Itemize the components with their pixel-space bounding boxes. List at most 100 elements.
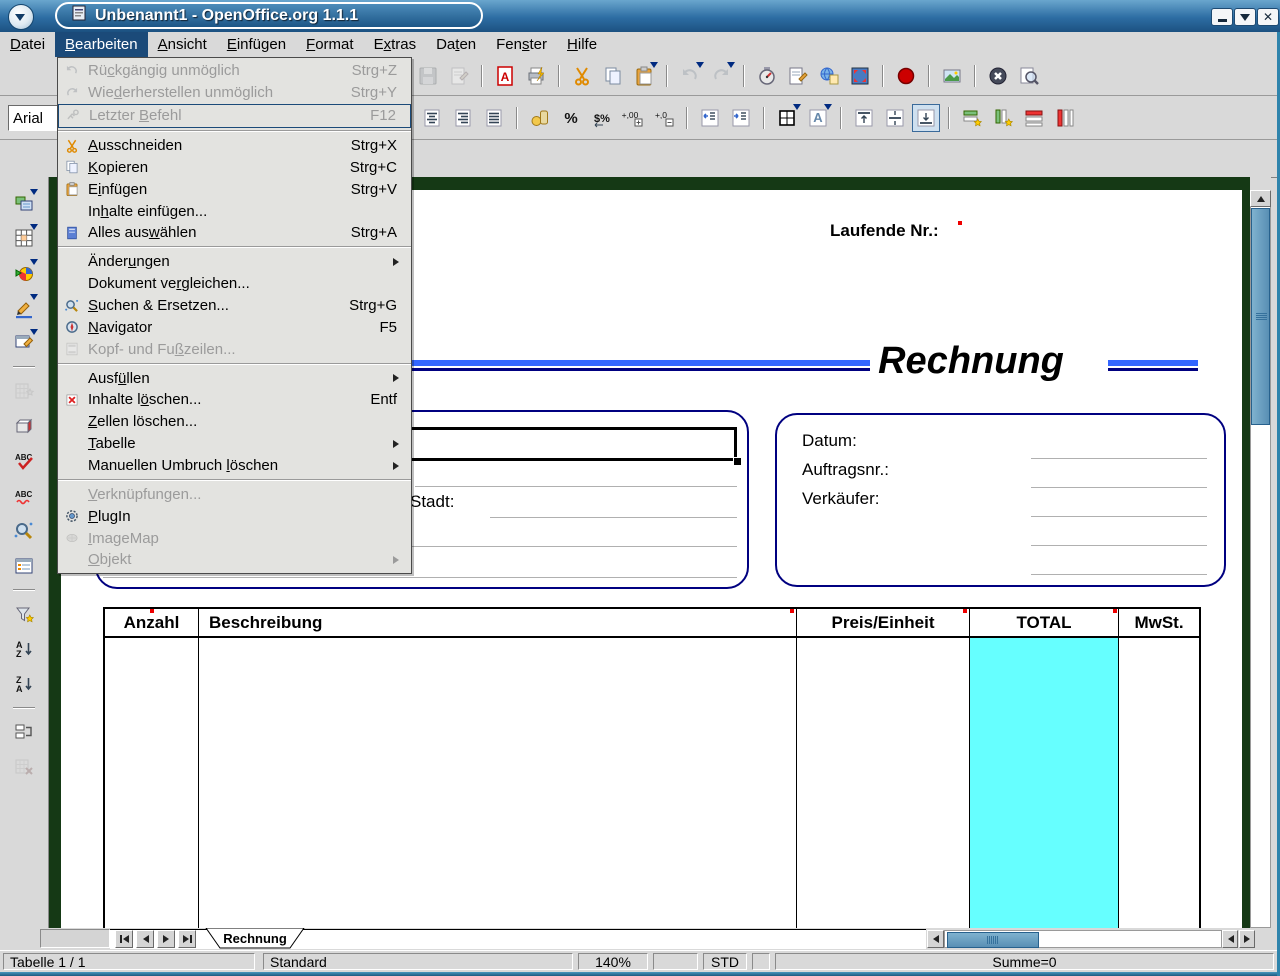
background-color-icon[interactable]: A (804, 104, 832, 132)
standard-format-icon[interactable]: $% (588, 104, 616, 132)
menubar-item-datei[interactable]: Datei (0, 32, 55, 57)
dropdown-arrow-icon[interactable] (650, 62, 658, 72)
menubar-item-bearbeiten[interactable]: Bearbeiten (55, 32, 148, 57)
dropdown-arrow-icon[interactable] (30, 224, 38, 234)
menubar-item-ansicht[interactable]: Ansicht (148, 32, 217, 57)
selection-handle[interactable] (733, 457, 742, 466)
menu-item-einf-gen[interactable]: EinfügenStrg+V (58, 178, 411, 200)
horizontal-scroll-track[interactable] (944, 930, 1222, 948)
group-icon[interactable] (10, 718, 38, 746)
horizontal-scroll-thumb[interactable] (947, 932, 1039, 948)
spellcheck-icon[interactable]: ABC (10, 447, 38, 475)
last-sheet-button[interactable] (178, 930, 196, 948)
scroll-up-button[interactable] (1250, 190, 1271, 207)
autofilter-icon[interactable] (10, 600, 38, 628)
delete-columns-icon[interactable] (1051, 104, 1079, 132)
copy-icon[interactable] (599, 62, 627, 90)
gallery-icon[interactable] (938, 62, 966, 90)
page-style-field[interactable]: Standard (263, 953, 573, 970)
cut-icon[interactable] (568, 62, 596, 90)
menu-item-kopieren[interactable]: KopierenStrg+C (58, 156, 411, 178)
zoom-icon[interactable] (1015, 62, 1043, 90)
form-controls-icon[interactable] (10, 329, 38, 357)
dropdown-arrow-icon[interactable] (30, 294, 38, 304)
find-replace-icon[interactable] (10, 517, 38, 545)
dropdown-arrow-icon[interactable] (30, 189, 38, 199)
align-bottom-icon[interactable] (912, 104, 940, 132)
menubar-item-fenster[interactable]: Fenster (486, 32, 557, 57)
minimize-button[interactable] (1211, 8, 1233, 26)
sum-field[interactable]: Summe=0 (775, 953, 1274, 970)
data-sources-icon[interactable] (10, 552, 38, 580)
sheet-position-field[interactable]: Tabelle 1 / 1 (3, 953, 255, 970)
dropdown-arrow-icon[interactable] (727, 62, 735, 72)
insert-cells-icon[interactable] (10, 224, 38, 252)
print-icon[interactable] (522, 62, 550, 90)
menu-item-alles-ausw-hlen[interactable]: Alles auswählenStrg+A (58, 222, 411, 244)
menu-item-nderungen[interactable]: Änderungen (58, 251, 411, 273)
menu-item-letzter-befehl[interactable]: Letzter BefehlF12 (58, 104, 411, 128)
dropdown-arrow-icon[interactable] (824, 104, 832, 114)
previous-sheet-button[interactable] (136, 930, 154, 948)
justify-icon[interactable] (480, 104, 508, 132)
insert-rows-icon[interactable] (958, 104, 986, 132)
menubar-item-einfgen[interactable]: Einfügen (217, 32, 296, 57)
menu-item-manuellen-umbruch-l-schen[interactable]: Manuellen Umbruch löschen (58, 455, 411, 477)
align-right-icon[interactable] (449, 104, 477, 132)
hyperlink-icon[interactable] (753, 62, 781, 90)
menu-item-inhalte-l-schen[interactable]: Inhalte löschen...Entf (58, 389, 411, 411)
first-sheet-button[interactable] (115, 930, 133, 948)
record-macro-icon[interactable] (892, 62, 920, 90)
dropdown-arrow-icon[interactable] (793, 104, 801, 114)
draw-functions-icon[interactable] (10, 294, 38, 322)
selection-mode-field[interactable]: STD (703, 953, 747, 970)
menu-item-zellen-l-schen[interactable]: Zellen löschen... (58, 411, 411, 433)
menubar-item-daten[interactable]: Daten (426, 32, 486, 57)
menu-item-plugin[interactable]: PlugIn (58, 505, 411, 527)
menu-item-verkn-pfungen[interactable]: Verknüpfungen... (58, 483, 411, 505)
align-top-icon[interactable] (850, 104, 878, 132)
close-button[interactable]: ✕ (1257, 8, 1279, 26)
dropdown-arrow-icon[interactable] (696, 62, 704, 72)
insert-columns-icon[interactable] (989, 104, 1017, 132)
align-center-icon[interactable] (418, 104, 446, 132)
scroll-left-button[interactable] (927, 930, 944, 948)
menubar-item-extras[interactable]: Extras (364, 32, 427, 57)
sort-descending-icon[interactable]: ZA (10, 670, 38, 698)
web-page-icon[interactable] (815, 62, 843, 90)
remove-decimal-icon[interactable]: +,0 (650, 104, 678, 132)
menu-item-tabelle[interactable]: Tabelle (58, 433, 411, 455)
borders-icon[interactable] (773, 104, 801, 132)
next-sheet-button[interactable] (157, 930, 175, 948)
align-middle-icon[interactable] (881, 104, 909, 132)
menu-item-imagemap[interactable]: ImageMap (58, 527, 411, 549)
vertical-scroll-thumb[interactable] (1251, 208, 1270, 425)
vertical-scrollbar[interactable] (1250, 177, 1271, 928)
menu-item-kopf-und-fu-zeilen[interactable]: Kopf- und Fußzeilen... (58, 338, 411, 360)
autospellcheck-icon[interactable]: ABC (10, 482, 38, 510)
menu-item-objekt[interactable]: Objekt (58, 549, 411, 571)
window-menu-button[interactable] (8, 4, 34, 30)
split-right-button[interactable] (1239, 930, 1255, 948)
maximize-button[interactable] (1234, 8, 1256, 26)
indent-increase-icon[interactable] (727, 104, 755, 132)
dropdown-arrow-icon[interactable] (30, 259, 38, 269)
percent-icon[interactable]: % (557, 104, 585, 132)
menubar-item-format[interactable]: Format (296, 32, 364, 57)
menu-item-r-ckg-ngig-unm-glich[interactable]: Rückgängig unmöglichStrg+Z (58, 60, 411, 82)
stop-icon[interactable] (984, 62, 1012, 90)
menu-item-ausf-llen[interactable]: Ausfüllen (58, 367, 411, 389)
menu-item-suchen-ersetzen[interactable]: Suchen & Ersetzen...Strg+G (58, 295, 411, 317)
menu-item-wiederherstellen-unm-glich[interactable]: Wiederherstellen unmöglichStrg+Y (58, 82, 411, 104)
menu-item-dokument-vergleichen[interactable]: Dokument vergleichen... (58, 273, 411, 295)
indent-decrease-icon[interactable] (696, 104, 724, 132)
sort-ascending-icon[interactable]: AZ (10, 635, 38, 663)
paste-icon[interactable] (630, 62, 658, 90)
menu-item-inhalte-einf-gen[interactable]: Inhalte einfügen... (58, 200, 411, 222)
menu-item-navigator[interactable]: NavigatorF5 (58, 316, 411, 338)
add-decimal-icon[interactable]: +,00 (619, 104, 647, 132)
zoom-field[interactable]: 140% (578, 953, 648, 970)
menu-item-ausschneiden[interactable]: AusschneidenStrg+X (58, 135, 411, 157)
menubar-item-hilfe[interactable]: Hilfe (557, 32, 607, 57)
currency-icon[interactable] (526, 104, 554, 132)
